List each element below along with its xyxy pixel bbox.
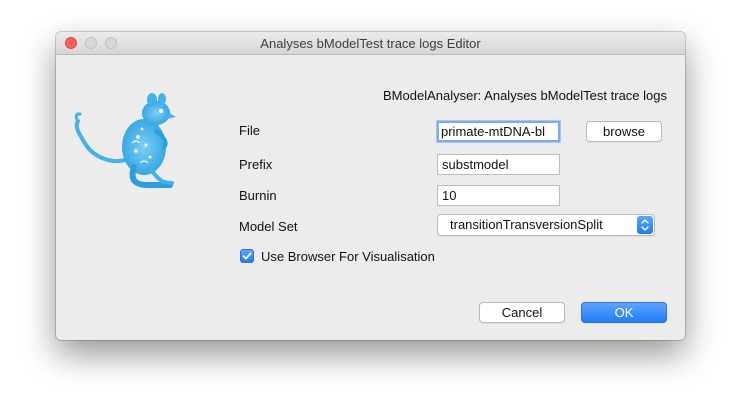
prefix-field[interactable]: substmodel (437, 154, 560, 175)
browse-button[interactable]: browse (586, 121, 662, 142)
prefix-label: Prefix (239, 157, 273, 172)
title-bar[interactable]: Analyses bModelTest trace logs Editor (56, 32, 685, 55)
file-field[interactable]: primate-mtDNA-bl (437, 121, 560, 142)
model-set-value: transitionTransversionSplit (450, 217, 603, 232)
dialog-window: Analyses bModelTest trace logs Editor BM… (56, 32, 685, 340)
model-set-select[interactable]: transitionTransversionSplit (437, 214, 655, 236)
ok-button[interactable]: OK (581, 302, 667, 323)
editor-header: BModelAnalyser: Analyses bModelTest trac… (383, 88, 667, 103)
check-icon (242, 252, 252, 260)
cancel-button[interactable]: Cancel (479, 302, 565, 323)
use-browser-label: Use Browser For Visualisation (261, 249, 435, 264)
burnin-label: Burnin (239, 188, 277, 203)
window-title: Analyses bModelTest trace logs Editor (260, 36, 481, 51)
burnin-field[interactable]: 10 (437, 185, 560, 206)
use-browser-checkbox[interactable] (240, 249, 254, 263)
model-set-label: Model Set (239, 219, 298, 234)
kangaroo-rat-icon (74, 93, 176, 188)
file-label: File (239, 123, 260, 138)
up-down-arrows-icon[interactable] (637, 216, 653, 234)
